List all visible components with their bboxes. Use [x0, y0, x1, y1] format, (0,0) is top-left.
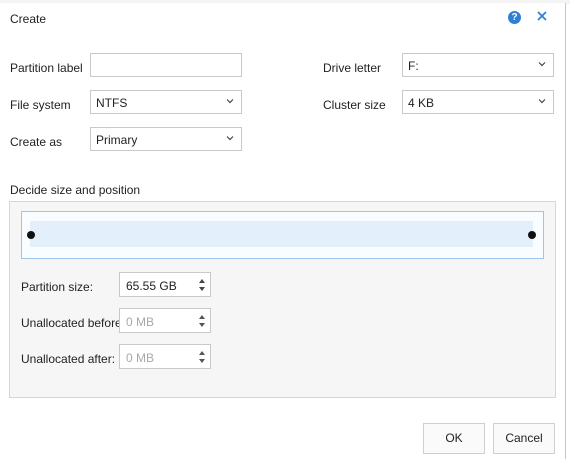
partition-label-input[interactable] — [90, 53, 242, 77]
file-system-value: NTFS — [96, 96, 128, 110]
left-resize-handle[interactable] — [27, 231, 35, 239]
partition-size-value: 65.55 GB — [126, 279, 177, 293]
chevron-down-icon — [538, 62, 546, 67]
file-system-dropdown[interactable]: NTFS — [90, 90, 242, 114]
cluster-size-value: 4 KB — [408, 96, 435, 110]
file-system-label: File system — [10, 98, 71, 112]
chevron-down-icon — [538, 99, 546, 104]
unallocated-before-label: Unallocated before: — [21, 316, 126, 330]
size-position-panel: Partition size: 65.55 GB Unallocated bef… — [9, 201, 556, 398]
help-icon[interactable]: ? — [508, 11, 521, 24]
drive-letter-label: Drive letter — [323, 61, 382, 75]
unallocated-before-value: 0 MB — [126, 315, 155, 329]
close-icon[interactable] — [534, 8, 550, 24]
spinner-arrows-icon[interactable] — [198, 277, 206, 293]
cancel-button[interactable]: Cancel — [493, 423, 555, 454]
create-as-dropdown[interactable]: Primary — [90, 127, 242, 151]
cluster-size-dropdown[interactable]: 4 KB — [402, 90, 554, 114]
unallocated-before-spinner[interactable]: 0 MB — [119, 308, 211, 333]
chevron-down-icon — [226, 136, 234, 141]
chevron-down-icon — [226, 99, 234, 104]
drive-letter-value: F: — [408, 59, 419, 73]
dialog-title: Create — [10, 12, 47, 26]
spinner-arrows-icon[interactable] — [198, 313, 206, 329]
size-position-heading: Decide size and position — [10, 183, 141, 197]
unallocated-after-value: 0 MB — [126, 351, 155, 365]
cluster-size-label: Cluster size — [323, 98, 386, 112]
unallocated-after-spinner[interactable]: 0 MB — [119, 344, 211, 369]
partition-size-spinner[interactable]: 65.55 GB — [119, 272, 211, 297]
create-as-label: Create as — [10, 135, 63, 149]
right-resize-handle[interactable] — [528, 231, 536, 239]
ok-button[interactable]: OK — [423, 423, 485, 454]
create-partition-dialog: Create ? Partition label File system NTF… — [0, 3, 566, 459]
create-as-value: Primary — [96, 133, 138, 147]
partition-size-label: Partition size: — [21, 280, 94, 294]
drive-letter-dropdown[interactable]: F: — [402, 53, 554, 77]
spinner-arrows-icon[interactable] — [198, 349, 206, 365]
partition-label-label: Partition label — [10, 61, 83, 75]
partition-bar[interactable] — [21, 211, 544, 259]
unallocated-after-label: Unallocated after: — [21, 352, 116, 366]
partition-bar-fill — [30, 221, 533, 247]
